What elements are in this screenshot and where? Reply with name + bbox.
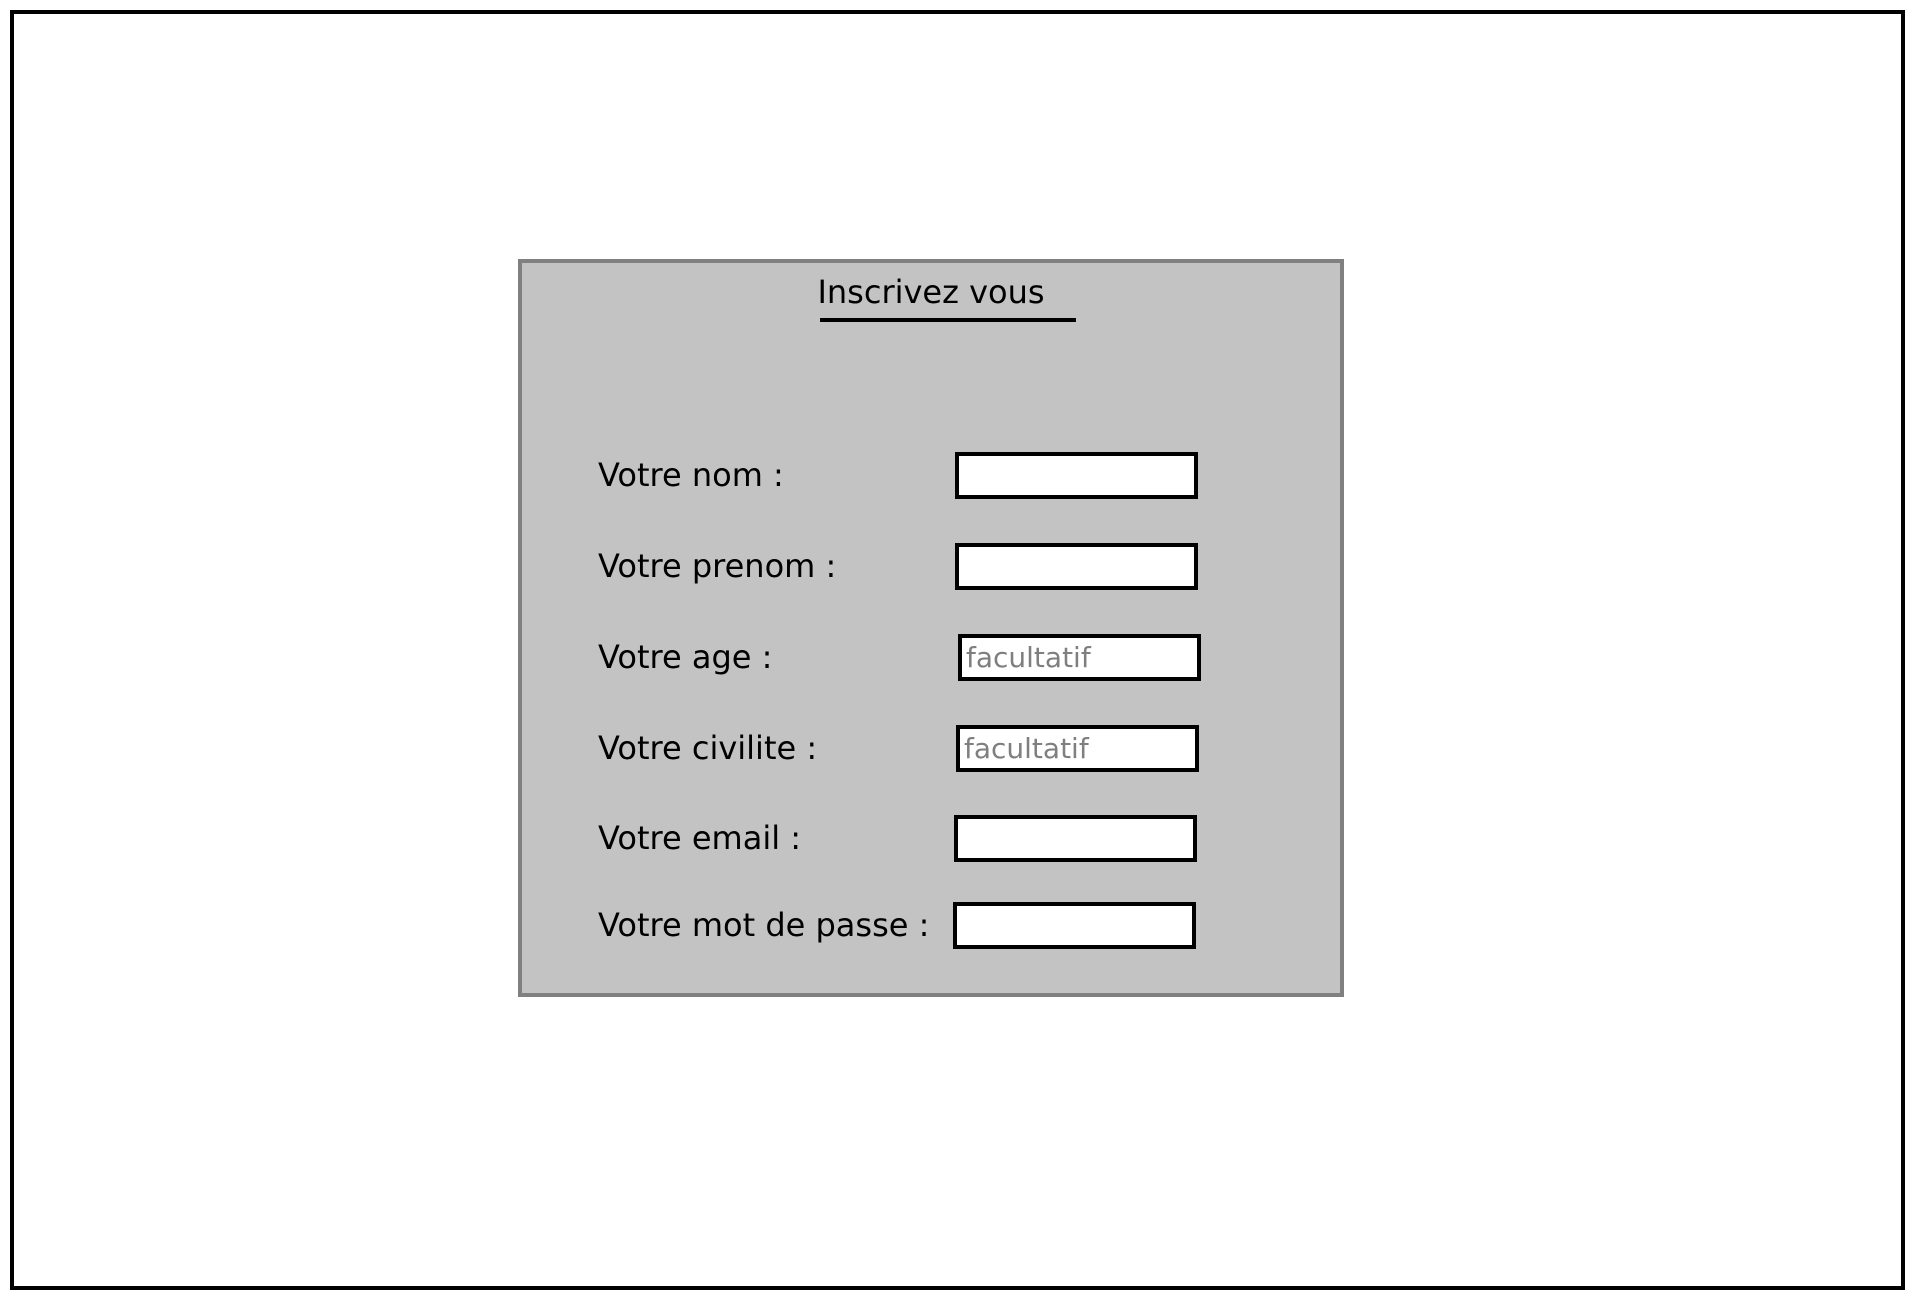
civilite-label: Votre civilite :: [598, 729, 818, 767]
age-label: Votre age :: [598, 638, 773, 676]
field-row-civilite: Votre civilite :: [522, 723, 1340, 773]
mot-de-passe-label: Votre mot de passe :: [598, 906, 930, 944]
mot-de-passe-input[interactable]: [953, 902, 1196, 949]
field-row-mot-de-passe: Votre mot de passe :: [522, 900, 1340, 950]
form-title: Inscrivez vous: [817, 273, 1045, 311]
prenom-label: Votre prenom :: [598, 547, 837, 585]
field-row-prenom: Votre prenom :: [522, 541, 1340, 591]
age-input[interactable]: [958, 634, 1201, 681]
prenom-input[interactable]: [955, 543, 1198, 590]
field-row-age: Votre age :: [522, 632, 1340, 682]
title-underline: [820, 318, 1076, 322]
email-label: Votre email :: [598, 819, 802, 857]
registration-form-panel: Inscrivez vous Votre nom : Votre prenom …: [518, 259, 1344, 997]
nom-label: Votre nom :: [598, 456, 784, 494]
civilite-input[interactable]: [956, 725, 1199, 772]
email-input[interactable]: [954, 815, 1197, 862]
nom-input[interactable]: [955, 452, 1198, 499]
field-row-email: Votre email :: [522, 813, 1340, 863]
field-row-nom: Votre nom :: [522, 450, 1340, 500]
